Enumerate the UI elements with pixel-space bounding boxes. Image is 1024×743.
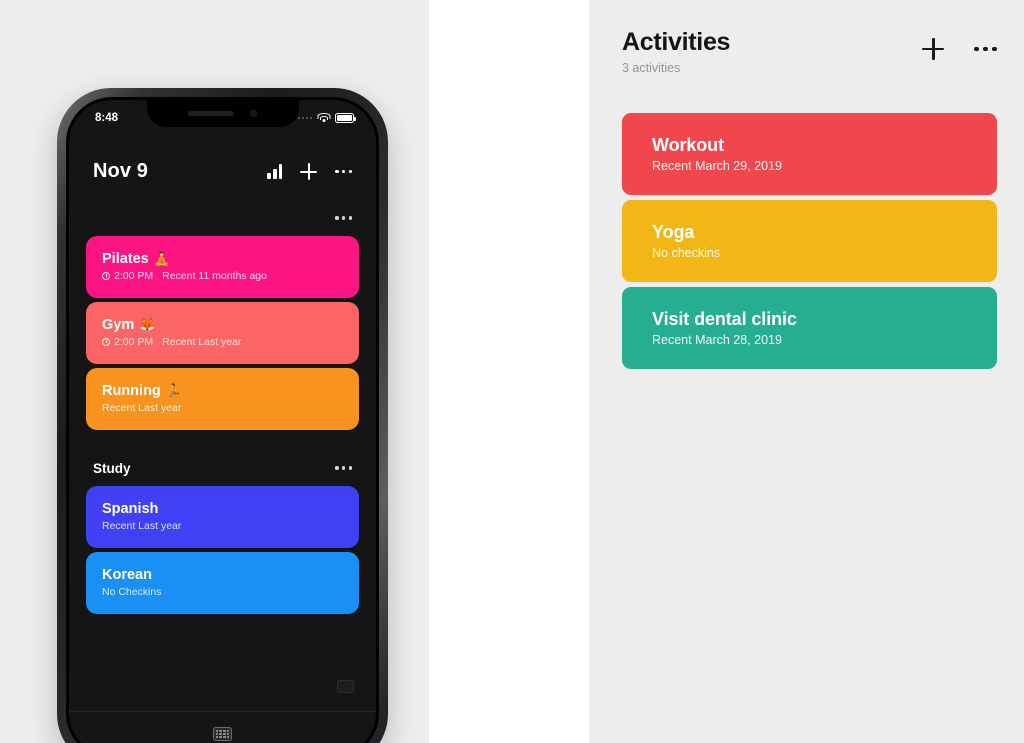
header-actions xyxy=(267,163,352,180)
activities-title-group: Activities 3 activities xyxy=(622,28,731,76)
mini-keyboard-icon[interactable] xyxy=(337,680,354,693)
activity-card[interactable]: Workout Recent March 29, 2019 xyxy=(622,113,997,195)
activity-recent-label: Recent Last year xyxy=(102,402,182,414)
activity-emoji-icon: 🏃 xyxy=(165,383,182,398)
activity-recent-label: No Checkins xyxy=(102,586,162,598)
activities-actions xyxy=(922,29,997,60)
wifi-icon xyxy=(317,113,330,123)
activity-card[interactable]: Gym 🦊 2:00 PM Recent Last year xyxy=(86,302,359,364)
activity-card[interactable]: Visit dental clinic Recent March 28, 2019 xyxy=(622,287,997,369)
section-header xyxy=(86,200,359,236)
activity-name: Korean xyxy=(102,567,152,583)
section-title: Study xyxy=(93,460,131,476)
activities-count: 3 activities xyxy=(622,61,681,75)
battery-icon xyxy=(335,113,356,123)
activities-header: Activities 3 activities xyxy=(589,0,1024,75)
ellipsis-icon[interactable] xyxy=(335,466,352,470)
plus-icon[interactable] xyxy=(300,163,318,180)
phone-device: 8:48 Nov 9 Pilates 🧘 2:00 PM Recent 11 m… xyxy=(57,88,388,743)
keyboard-icon[interactable] xyxy=(213,727,232,741)
status-indicators xyxy=(297,113,356,123)
activity-card-subtitle: Recent March 28, 2019 xyxy=(652,333,782,347)
activity-card[interactable]: Running 🏃 Recent Last year xyxy=(86,368,359,430)
activity-card[interactable]: Yoga No checkins xyxy=(622,200,997,282)
activity-emoji-icon: 🦊 xyxy=(139,317,156,332)
page-title: Nov 9 xyxy=(93,160,148,182)
activity-recent-label: Recent Last year xyxy=(162,336,242,348)
phone-notch xyxy=(146,100,299,127)
activity-card-title: Gym 🦊 xyxy=(102,317,343,333)
section-header: Study xyxy=(86,450,359,486)
activity-card-title: Workout xyxy=(652,135,724,155)
activity-card-subtitle: 2:00 PM Recent Last year xyxy=(102,336,343,348)
activity-name: Gym xyxy=(102,317,135,333)
ellipsis-icon[interactable] xyxy=(335,169,352,174)
activity-card-subtitle: Recent March 29, 2019 xyxy=(652,159,782,173)
activity-card[interactable]: Spanish Recent Last year xyxy=(86,486,359,548)
activity-card-title: Running 🏃 xyxy=(102,383,343,399)
status-time: 8:48 xyxy=(95,112,119,124)
activity-recent-label: Recent Last year xyxy=(102,520,182,532)
activity-name: Running xyxy=(102,383,161,399)
left-panel: 8:48 Nov 9 Pilates 🧘 2:00 PM Recent 11 m… xyxy=(0,0,429,743)
activity-card-title: Visit dental clinic xyxy=(652,309,797,329)
front-camera-icon xyxy=(250,110,257,117)
activity-recent-label: Recent 11 months ago xyxy=(162,270,267,282)
signal-dots-icon xyxy=(297,116,312,120)
activity-card[interactable]: Pilates 🧘 2:00 PM Recent 11 months ago xyxy=(86,236,359,298)
activity-card-title: Korean xyxy=(102,567,343,583)
app-header: Nov 9 xyxy=(69,160,376,183)
speaker-grille-icon xyxy=(188,111,234,116)
activity-list[interactable]: Pilates 🧘 2:00 PM Recent 11 months ago Gym 🦊 2… xyxy=(69,200,376,743)
page-title: Activities xyxy=(622,28,731,56)
activity-card-title: Spanish xyxy=(102,501,343,517)
bar-chart-icon[interactable] xyxy=(267,164,283,179)
screenshot-root: 8:48 Nov 9 Pilates 🧘 2:00 PM Recent 11 m… xyxy=(0,0,1024,743)
ellipsis-icon[interactable] xyxy=(974,46,997,52)
activity-time: 2:00 PM xyxy=(114,270,154,282)
ellipsis-icon[interactable] xyxy=(335,216,352,220)
phone-toolbar xyxy=(69,711,376,743)
phone-screen: 8:48 Nov 9 Pilates 🧘 2:00 PM Recent 11 m… xyxy=(69,100,376,743)
activity-card-title: Pilates 🧘 xyxy=(102,251,343,267)
activity-emoji-icon: 🧘 xyxy=(153,251,170,266)
clock-icon xyxy=(102,272,110,280)
activity-name: Spanish xyxy=(102,501,159,517)
activity-time: 2:00 PM xyxy=(114,336,154,348)
activities-list[interactable]: Workout Recent March 29, 2019 Yoga No check… xyxy=(622,113,997,374)
activity-name: Pilates xyxy=(102,251,149,267)
right-panel: Activities 3 activities Workout Recent Ma… xyxy=(589,0,1024,743)
activity-card-subtitle: Recent Last year xyxy=(102,402,343,414)
activity-card[interactable]: Korean No Checkins xyxy=(86,552,359,614)
panel-divider xyxy=(429,0,589,743)
activity-card-title: Yoga xyxy=(652,222,695,242)
phone-bezel: 8:48 Nov 9 Pilates 🧘 2:00 PM Recent 11 m… xyxy=(66,97,379,743)
activity-card-subtitle: 2:00 PM Recent 11 months ago xyxy=(102,270,343,282)
clock-icon xyxy=(102,338,110,346)
activity-card-subtitle: No Checkins xyxy=(102,586,343,598)
activity-card-subtitle: Recent Last year xyxy=(102,520,343,532)
plus-icon[interactable] xyxy=(922,38,945,60)
activity-card-subtitle: No checkins xyxy=(652,246,721,260)
